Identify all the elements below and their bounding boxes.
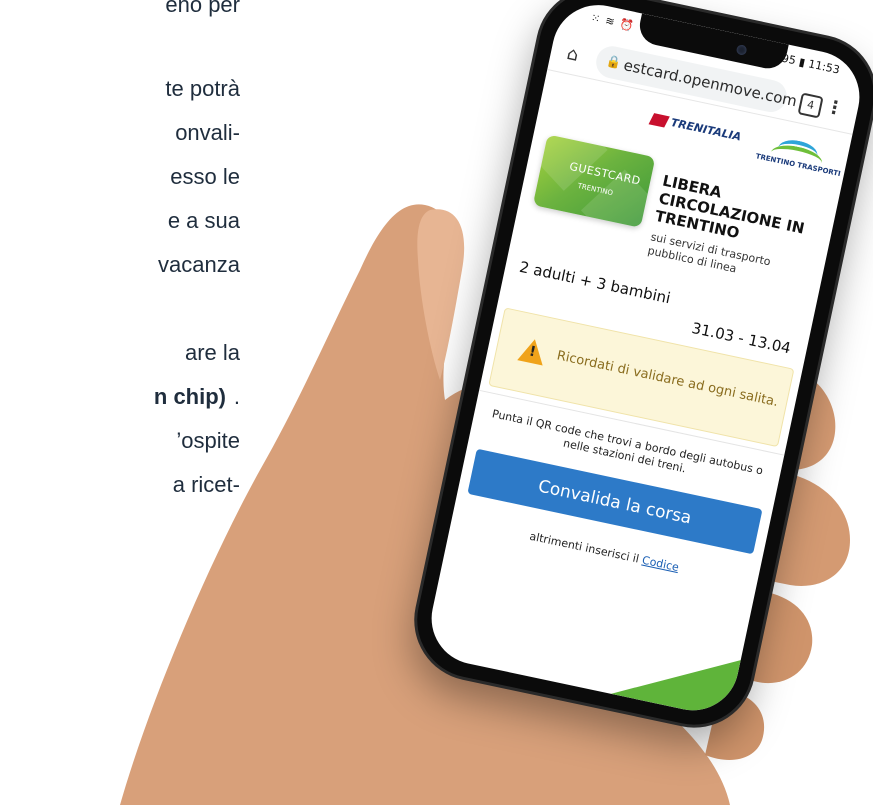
article-line-bold: n chip) — [154, 384, 226, 410]
alt-prefix: altrimenti inserisci il — [528, 529, 641, 566]
warning-text: Ricordati di validare ad ogni salita. — [555, 348, 780, 411]
battery-icon: ▮ — [797, 55, 807, 70]
article-bold-text: n chip) — [153, 384, 226, 409]
tab-switcher-button[interactable]: 4 — [797, 92, 824, 119]
lock-icon: 🔒 — [605, 53, 623, 71]
article-period: . — [233, 384, 240, 409]
decorative-green-shape — [610, 635, 741, 719]
article-line: vacanza — [158, 252, 240, 277]
article-line: a ricet- — [172, 472, 240, 497]
article-line: onvali- — [175, 120, 240, 145]
guestcard-image: GUESTCARD TRENTINO — [532, 134, 656, 228]
article-line: esso le — [170, 164, 240, 189]
article-line: te potrà — [165, 76, 240, 101]
status-time: 11:53 — [807, 57, 841, 77]
code-link[interactable]: Codice — [641, 554, 680, 574]
article-text-column: eno per te potrà onvali- esso le e a sua… — [0, 0, 240, 805]
warning-icon: ! — [517, 336, 548, 366]
article-line: e a sua — [167, 208, 240, 233]
smartphone: ⁙ ≋ ⏰ 95 ▮ 11:53 ⌂ 🔒 estcard.openmove.co… — [406, 0, 873, 736]
home-icon[interactable]: ⌂ — [565, 43, 581, 66]
page-content: TRENITALIA TRENTINO TRASPORTI GUESTCARD … — [423, 71, 852, 719]
battery-level: 95 — [780, 51, 798, 68]
article-line: eno per — [165, 0, 240, 17]
passengers-count: 2 adulti + 3 bambini — [517, 257, 673, 308]
signal-wifi-alarm-icons: ⁙ ≋ ⏰ — [589, 11, 636, 33]
article-line: are la — [184, 340, 240, 365]
menu-icon[interactable]: ⋮ — [824, 96, 846, 120]
trenitalia-mark-icon — [648, 113, 670, 128]
trenitalia-text: TRENITALIA — [669, 115, 743, 144]
trentino-trasporti-logo: TRENTINO TRASPORTI — [754, 131, 841, 181]
article-line: ’ospite — [176, 428, 240, 453]
phone-screen: ⁙ ≋ ⏰ 95 ▮ 11:53 ⌂ 🔒 estcard.openmove.co… — [423, 0, 868, 719]
trenitalia-logo: TRENITALIA — [648, 112, 743, 144]
battery-time: 95 ▮ 11:53 — [781, 52, 841, 77]
